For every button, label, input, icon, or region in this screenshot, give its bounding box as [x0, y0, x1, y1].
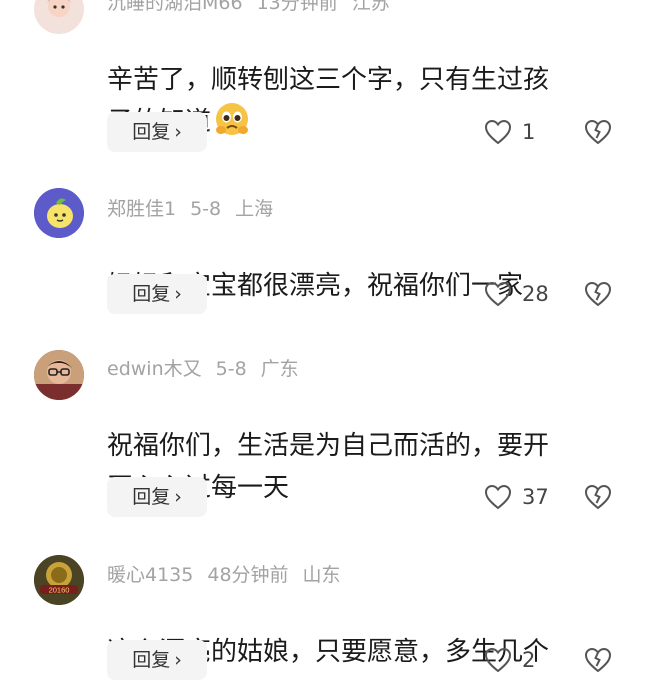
like-count: 2	[522, 648, 536, 672]
comment-time: 5-8	[215, 358, 247, 380]
chevron-right-icon: ›	[174, 121, 182, 143]
heart-icon	[484, 484, 512, 510]
avatar-badge-text: 20160	[49, 586, 70, 595]
reply-label: 回复	[132, 649, 171, 671]
comment-time: 5-8	[190, 198, 222, 220]
dislike-button[interactable]	[584, 118, 612, 146]
heart-icon	[484, 119, 512, 145]
chevron-right-icon: ›	[174, 649, 182, 671]
broken-heart-icon	[584, 647, 612, 673]
broken-heart-icon	[584, 119, 612, 145]
like-button[interactable]: 37	[484, 477, 549, 517]
comment-meta: 郑胜佳1 5-8 上海	[107, 194, 287, 221]
broken-heart-icon	[584, 281, 612, 307]
pleading-face-emoji-icon	[215, 102, 249, 149]
dislike-button[interactable]	[584, 483, 612, 511]
comment-author[interactable]: edwin木又	[107, 358, 202, 380]
comment-meta: edwin木又 5-8 广东	[107, 354, 313, 381]
reply-button[interactable]: 回复 ›	[107, 112, 207, 152]
like-button[interactable]: 28	[484, 274, 549, 314]
comment-meta: 沉睡的湖泊M66 13分钟前 江苏	[107, 0, 404, 15]
like-count: 28	[522, 282, 549, 306]
heart-icon	[484, 281, 512, 307]
like-button[interactable]: 2	[484, 640, 535, 680]
comment-meta: 暖心4135 48分钟前 山东	[107, 560, 355, 587]
like-count: 37	[522, 485, 549, 509]
comment-author[interactable]: 沉睡的湖泊M66	[107, 0, 243, 14]
reply-button[interactable]: 回复 ›	[107, 640, 207, 680]
reply-button[interactable]: 回复 ›	[107, 274, 207, 314]
reply-label: 回复	[132, 486, 171, 508]
dislike-button[interactable]	[584, 646, 612, 674]
heart-icon	[484, 647, 512, 673]
comment-time: 13分钟前	[256, 0, 338, 14]
reply-label: 回复	[132, 121, 171, 143]
avatar[interactable]	[34, 0, 84, 34]
like-count: 1	[522, 120, 536, 144]
comment-time: 48分钟前	[207, 564, 289, 586]
comment-author[interactable]: 暖心4135	[107, 564, 193, 586]
chevron-right-icon: ›	[174, 486, 182, 508]
comment-feed: 沉睡的湖泊M6613分钟前江苏 辛苦了，顺转刨这三个字，只有生过孩 子的知道 回…	[0, 0, 650, 680]
comment-author[interactable]: 郑胜佳1	[107, 198, 176, 220]
avatar[interactable]	[34, 350, 84, 400]
avatar[interactable]	[34, 188, 84, 238]
broken-heart-icon	[584, 484, 612, 510]
dislike-button[interactable]	[584, 280, 612, 308]
comment-location: 广东	[260, 358, 299, 380]
avatar[interactable]: 20160	[34, 555, 84, 605]
reply-button[interactable]: 回复 ›	[107, 477, 207, 517]
comment-location: 上海	[235, 198, 274, 220]
like-button[interactable]: 1	[484, 112, 535, 152]
comment-location: 江苏	[351, 0, 390, 14]
reply-label: 回复	[132, 283, 171, 305]
chevron-right-icon: ›	[174, 283, 182, 305]
comment-location: 山东	[302, 564, 341, 586]
